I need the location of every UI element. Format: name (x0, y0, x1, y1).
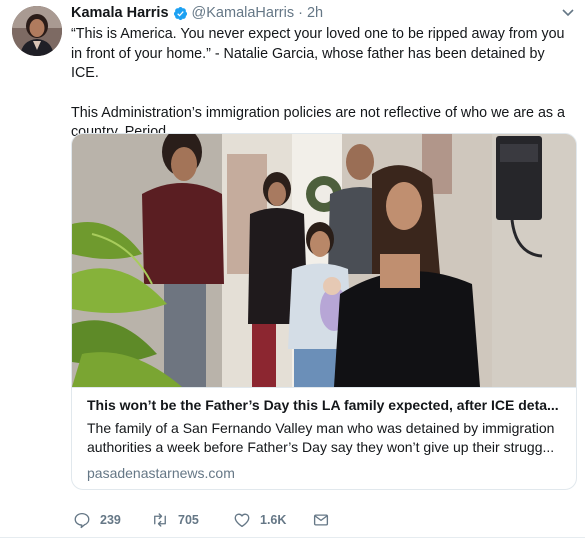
tweet-text: “This is America. You never expect your … (71, 25, 571, 143)
chevron-down-icon[interactable] (561, 6, 575, 18)
tweet[interactable]: Kamala Harris @KamalaHarris · 2h “This i… (0, 0, 585, 540)
retweet-count: 705 (178, 513, 199, 527)
author-handle[interactable]: @KamalaHarris (192, 5, 295, 21)
retweet-icon (154, 513, 166, 527)
tweet-timestamp[interactable]: 2h (307, 5, 323, 21)
avatar[interactable] (12, 6, 62, 56)
header-separator: · (298, 5, 303, 21)
reply-icon (74, 512, 90, 529)
avatar-image (12, 6, 62, 56)
card-domain: pasadenastarnews.com (87, 465, 235, 481)
reply-button[interactable]: 239 (73, 510, 121, 530)
divider (0, 537, 585, 538)
tweet-header: Kamala Harris @KamalaHarris · 2h (71, 4, 323, 22)
like-button[interactable]: 1.6K (233, 510, 286, 530)
card-image[interactable] (72, 134, 576, 387)
heart-icon (234, 513, 250, 528)
card-description: The family of a San Fernando Valley man … (87, 420, 555, 455)
card-body[interactable]: This won’t be the Father’s Day this LA f… (72, 387, 576, 489)
envelope-icon (313, 514, 329, 526)
link-card[interactable]: This won’t be the Father’s Day this LA f… (71, 133, 577, 490)
direct-message-button[interactable] (312, 510, 330, 530)
verified-badge-icon (173, 6, 188, 21)
reply-count: 239 (100, 513, 121, 527)
like-count: 1.6K (260, 513, 287, 527)
tweet-actions: 239 705 1.6K (71, 510, 371, 530)
tweet-text-paragraph: “This is America. You never expect your … (71, 26, 565, 82)
card-title[interactable]: This won’t be the Father’s Day this LA f… (87, 397, 567, 413)
retweet-button[interactable]: 705 (151, 510, 199, 530)
author-name[interactable]: Kamala Harris (71, 5, 169, 21)
